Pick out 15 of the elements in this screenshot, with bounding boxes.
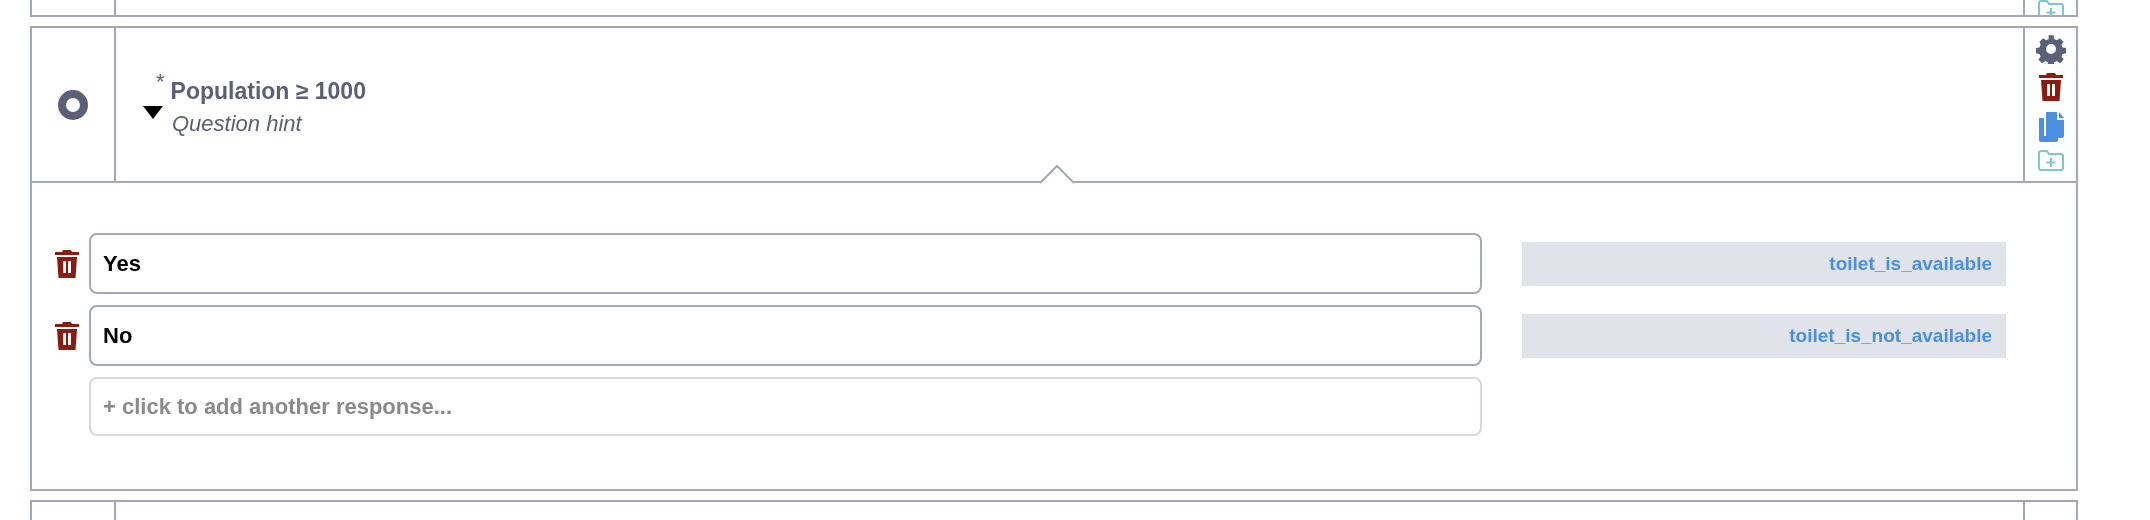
required-mark: * (156, 72, 165, 93)
response-value: toilet_is_not_available (1522, 313, 2006, 358)
settings-icon[interactable] (2035, 34, 2066, 65)
response-value: toilet_is_available (1522, 241, 2006, 286)
question-hint: Question hint (172, 111, 304, 138)
response-field[interactable]: Yes (89, 233, 1482, 295)
copy-icon[interactable] (2036, 110, 2065, 143)
delete-icon[interactable] (54, 248, 80, 279)
radio-type-icon (58, 89, 88, 120)
caret-icon[interactable] (142, 103, 164, 120)
response-field[interactable]: No (89, 305, 1482, 367)
delete-icon[interactable] (2037, 72, 2064, 103)
question-title: Population ≥ 1000 (170, 78, 366, 106)
add-response-field[interactable]: + click to add another response... (89, 377, 1482, 437)
delete-icon[interactable] (54, 320, 80, 351)
